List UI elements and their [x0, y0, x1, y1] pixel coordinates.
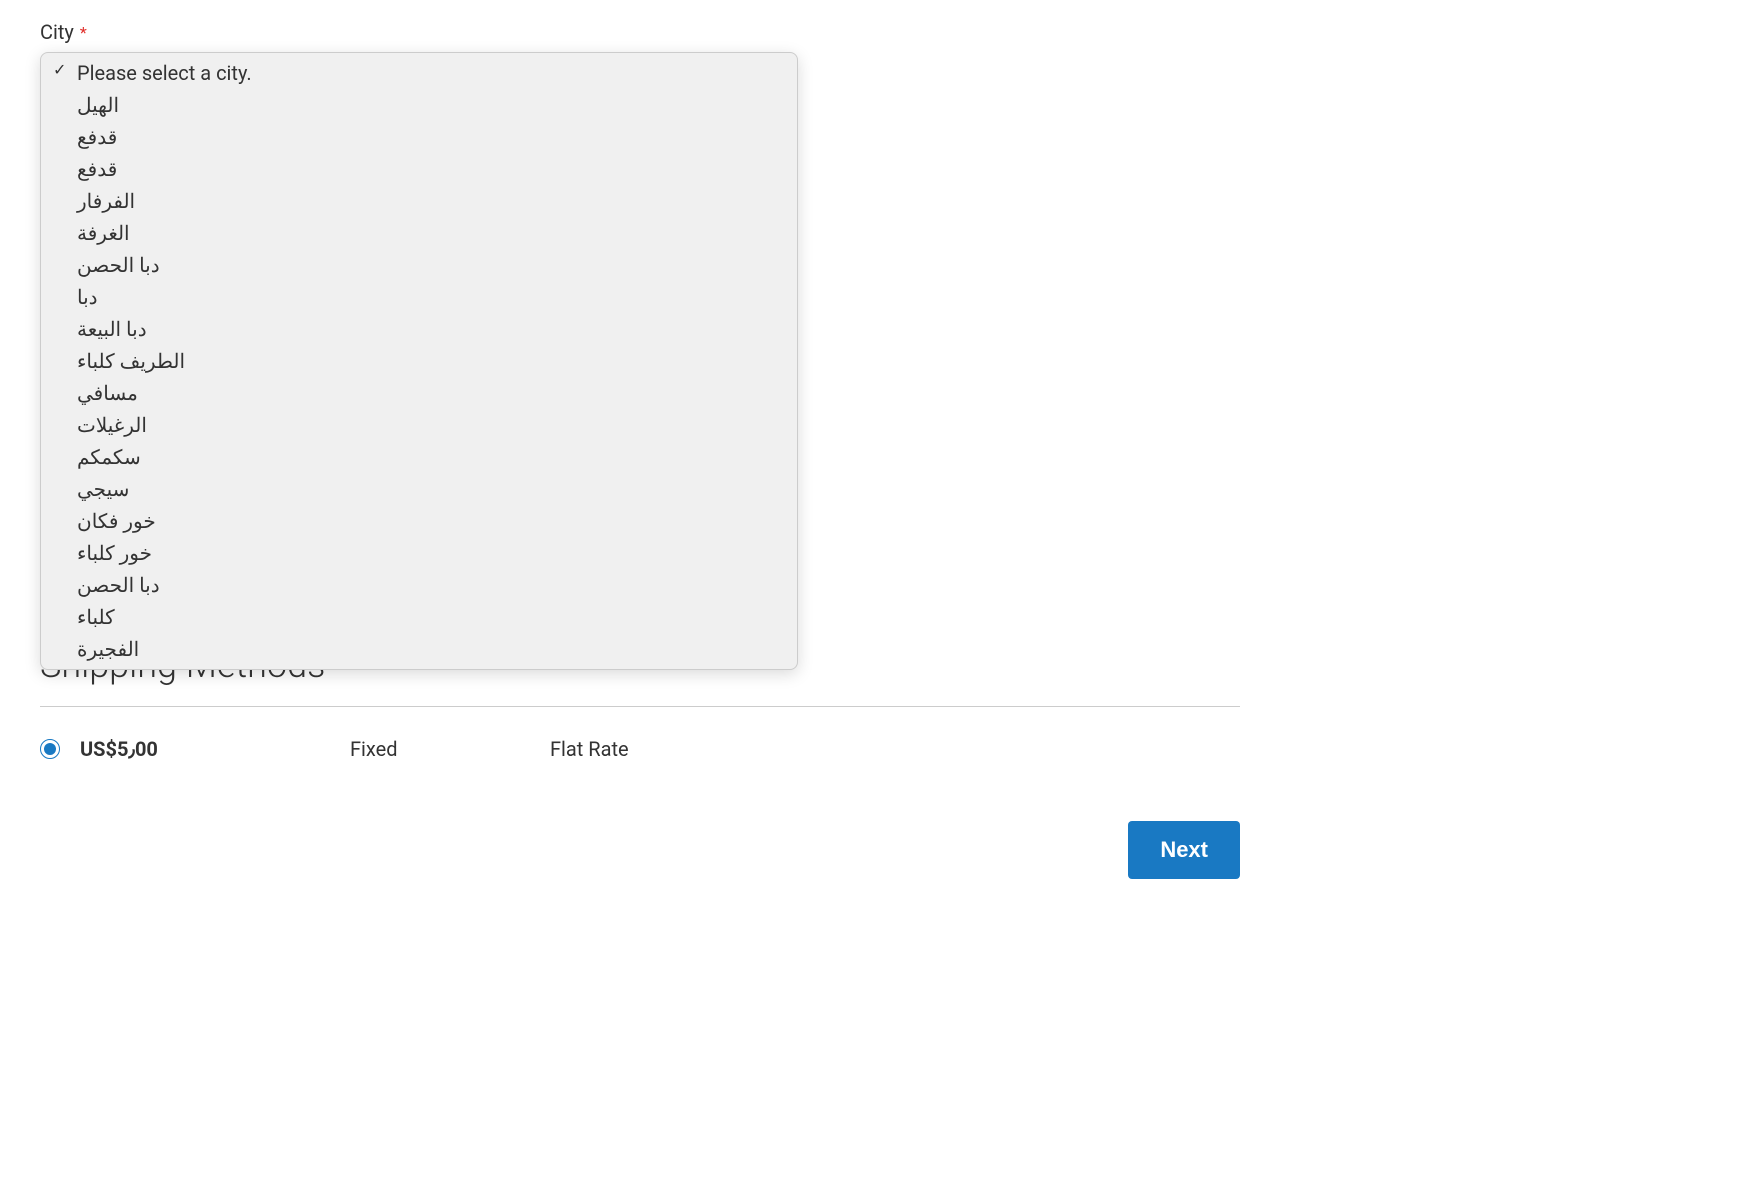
shipping-type: Fixed: [350, 737, 530, 761]
city-option[interactable]: كلباء: [41, 601, 797, 633]
shipping-name: Flat Rate: [550, 737, 700, 761]
city-option[interactable]: الهيل: [41, 89, 797, 121]
city-option[interactable]: خور كلباء: [41, 537, 797, 569]
city-label: City *: [40, 20, 1708, 44]
city-option[interactable]: الرغيلات: [41, 409, 797, 441]
city-option[interactable]: دبا الحصن: [41, 249, 797, 281]
city-option[interactable]: الفجيرة: [41, 633, 797, 665]
shipping-price: US$5٫00: [80, 737, 330, 761]
shipping-method-row: US$5٫00 Fixed Flat Rate: [40, 737, 1240, 761]
city-option[interactable]: قدفع: [41, 153, 797, 185]
city-option[interactable]: مسافي: [41, 377, 797, 409]
city-option[interactable]: دبا: [41, 281, 797, 313]
next-button[interactable]: Next: [1128, 821, 1240, 879]
city-option[interactable]: سيجي: [41, 473, 797, 505]
city-option[interactable]: دبا البيعة: [41, 313, 797, 345]
city-label-text: City: [40, 20, 74, 44]
city-dropdown[interactable]: Please select a city. الهيل قدفع قدفع ال…: [40, 52, 798, 670]
city-option[interactable]: الفرفار: [41, 185, 797, 217]
city-option[interactable]: دبا الحصن: [41, 569, 797, 601]
city-option[interactable]: خور فكان: [41, 505, 797, 537]
shipping-method-radio[interactable]: [40, 739, 60, 759]
city-option[interactable]: الغرفة: [41, 217, 797, 249]
shipping-divider: [40, 706, 1240, 707]
city-option[interactable]: الطريف كلباء: [41, 345, 797, 377]
required-asterisk: *: [80, 23, 87, 42]
city-option[interactable]: سكمكم: [41, 441, 797, 473]
city-option[interactable]: قدفع: [41, 121, 797, 153]
next-button-container: Next: [40, 821, 1240, 879]
city-option-placeholder[interactable]: Please select a city.: [41, 57, 797, 89]
